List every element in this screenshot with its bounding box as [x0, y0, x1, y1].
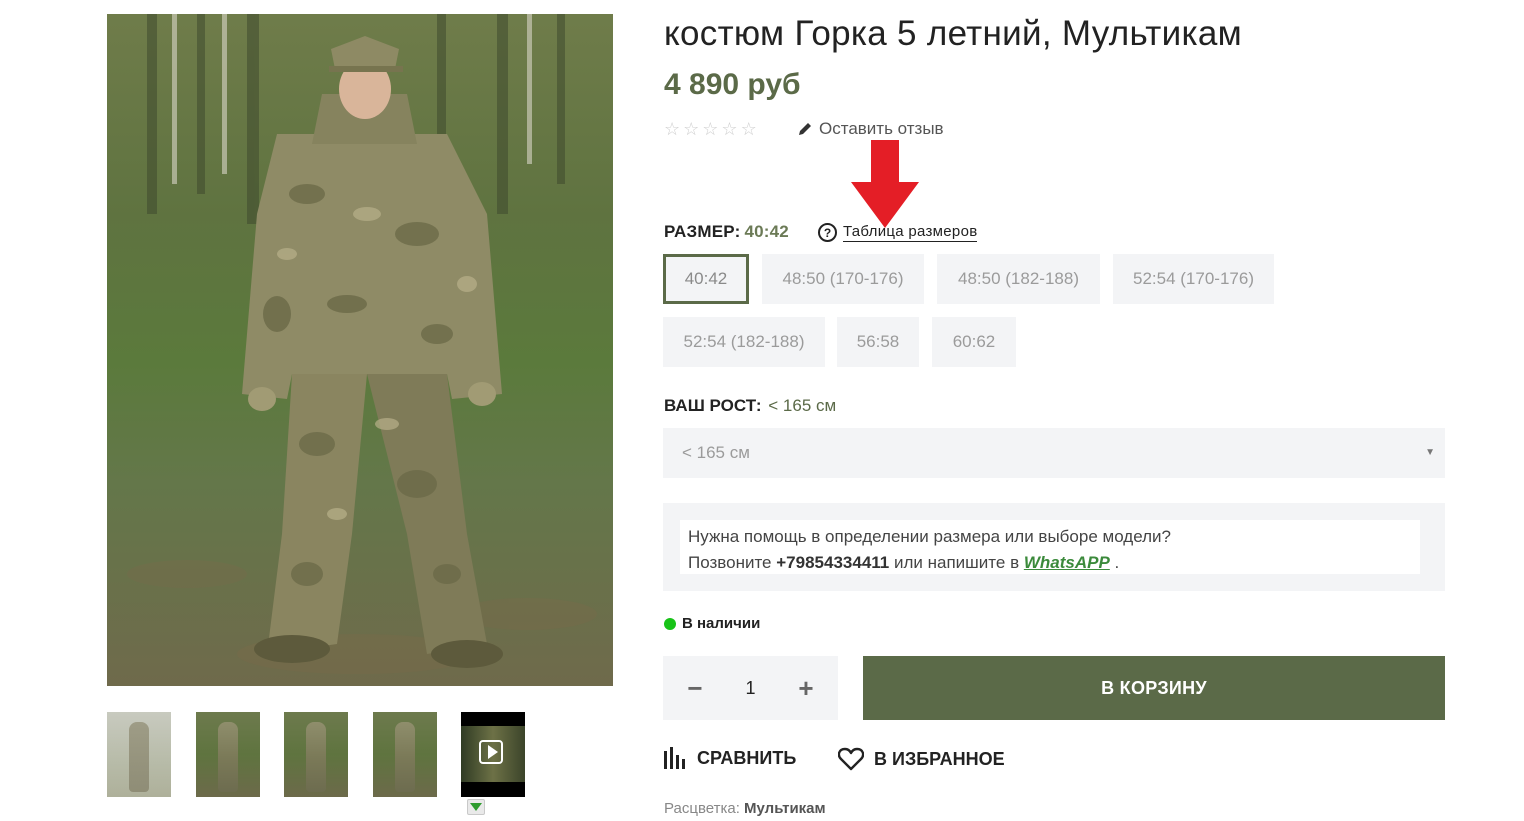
- help-write-text: или напишите в: [893, 553, 1020, 572]
- color-info: Расцветка: Мультикам: [664, 800, 826, 817]
- size-table-link[interactable]: ? Таблица размеров: [818, 223, 978, 242]
- product-price: 4 890 руб: [664, 68, 801, 101]
- size-option-56-58[interactable]: 56:58: [837, 317, 919, 367]
- thumbnail-3[interactable]: [284, 712, 348, 797]
- compare-button[interactable]: СРАВНИТЬ: [663, 747, 796, 769]
- height-select[interactable]: < 165 см ▼: [663, 428, 1445, 478]
- help-contact-line: Позвоните +79854334411 или напишите в Wh…: [688, 550, 1420, 576]
- download-arrow-icon[interactable]: [467, 799, 485, 815]
- star-empty-icon[interactable]: ☆: [721, 119, 737, 139]
- quantity-stepper: − 1 +: [663, 656, 838, 720]
- height-selected-value: < 165 см: [768, 396, 837, 415]
- size-help-content: Нужна помощь в определении размера или в…: [680, 520, 1420, 574]
- in-stock-dot-icon: [664, 617, 676, 630]
- soldier-figure-illustration: [127, 14, 597, 674]
- chevron-down-icon: ▼: [1425, 447, 1435, 458]
- thumbnail-video[interactable]: [461, 712, 525, 797]
- quantity-decrease-button[interactable]: −: [665, 656, 725, 720]
- color-label: Расцветка:: [664, 800, 740, 817]
- pencil-icon: [799, 123, 811, 135]
- star-empty-icon[interactable]: ☆: [741, 119, 757, 139]
- photo-thumbnail-icon: [306, 722, 326, 792]
- height-select-value: < 165 см: [682, 443, 750, 462]
- size-option-48-50-170-176[interactable]: 48:50 (170-176): [762, 254, 924, 304]
- size-option-40-42[interactable]: 40:42: [663, 254, 749, 304]
- compare-bars-icon: [664, 747, 685, 769]
- height-label: ВАШ РОСТ: < 165 см: [664, 396, 836, 416]
- photo-thumbnail-icon: [395, 722, 415, 792]
- leave-review-label: Оставить отзыв: [819, 119, 944, 138]
- favorite-button[interactable]: В ИЗБРАННОЕ: [838, 747, 1005, 771]
- thumbnail-4[interactable]: [373, 712, 437, 797]
- photo-thumbnail-icon: [218, 722, 238, 792]
- play-icon: [479, 740, 503, 764]
- thumbnail-1[interactable]: [107, 712, 171, 797]
- quantity-increase-button[interactable]: +: [776, 656, 836, 720]
- star-empty-icon[interactable]: ☆: [702, 119, 718, 139]
- help-question: Нужна помощь в определении размера или в…: [688, 527, 1171, 546]
- add-to-cart-button[interactable]: В КОРЗИНУ: [863, 656, 1445, 720]
- size-option-52-54-170-176[interactable]: 52:54 (170-176): [1113, 254, 1274, 304]
- star-empty-icon[interactable]: ☆: [683, 119, 699, 139]
- size-option-52-54-182-188[interactable]: 52:54 (182-188): [663, 317, 825, 367]
- star-empty-icon[interactable]: ☆: [664, 119, 680, 139]
- stock-status: В наличии: [664, 615, 760, 632]
- height-label-text: ВАШ РОСТ:: [664, 396, 762, 415]
- help-call-prefix: Позвоните: [688, 553, 772, 572]
- question-circle-icon: ?: [818, 223, 837, 242]
- favorite-label: В ИЗБРАННОЕ: [874, 748, 1005, 769]
- size-table-label: Таблица размеров: [843, 223, 978, 242]
- size-help-box: Нужна помощь в определении размера или в…: [663, 503, 1445, 591]
- whatsapp-link[interactable]: WhatsAPP: [1024, 553, 1110, 572]
- product-title: костюм Горка 5 летний, Мультикам: [664, 14, 1242, 53]
- help-period: .: [1114, 553, 1120, 572]
- size-selected-value: 40:42: [744, 222, 789, 241]
- quantity-value[interactable]: 1: [723, 656, 778, 720]
- red-arrow-annotation-icon: [851, 140, 919, 228]
- size-option-48-50-182-188[interactable]: 48:50 (182-188): [937, 254, 1100, 304]
- photo-thumbnail-icon: [129, 722, 149, 792]
- heart-icon: [838, 747, 864, 771]
- rating-stars[interactable]: ☆ ☆ ☆ ☆ ☆: [664, 119, 757, 139]
- leave-review-link[interactable]: Оставить отзыв: [797, 119, 944, 139]
- compare-label: СРАВНИТЬ: [697, 747, 797, 768]
- size-label-text: РАЗМЕР:: [664, 222, 741, 241]
- product-main-photo[interactable]: [107, 14, 613, 686]
- stock-status-text: В наличии: [682, 615, 761, 632]
- size-label: РАЗМЕР: 40:42: [664, 222, 789, 242]
- thumbnail-2[interactable]: [196, 712, 260, 797]
- phone-link[interactable]: +79854334411: [776, 553, 889, 572]
- color-value: Мультикам: [744, 800, 826, 817]
- size-option-60-62[interactable]: 60:62: [932, 317, 1016, 367]
